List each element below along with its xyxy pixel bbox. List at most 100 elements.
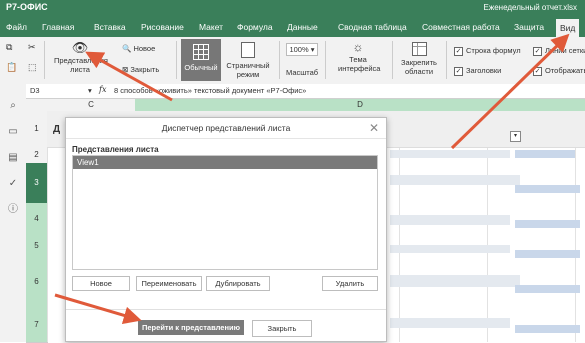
zoom-value: 100% (289, 45, 309, 54)
close-icon[interactable]: ✕ (369, 121, 379, 135)
zeros-toggle-label: Отображать нули (545, 66, 585, 75)
paste-icon[interactable]: 📋 (6, 63, 17, 72)
file-name: Еженедельный отчет.xlsx (483, 3, 577, 12)
name-box-chevron-icon[interactable]: ▾ (88, 86, 92, 95)
blurred-cell (515, 285, 580, 293)
headings-toggle-label: Заголовки (466, 66, 502, 75)
sheet-views-label: Представления листа (54, 56, 108, 74)
blurred-cell (515, 250, 580, 258)
rename-button[interactable]: Переименовать (136, 276, 202, 291)
left-toolbar: ⌕ ▭ ▤ ✓ ⓘ (0, 84, 27, 342)
tab-formula[interactable]: Формула (233, 20, 277, 37)
sheet-views-dialog: Диспетчер представлений листа ✕ Представ… (65, 117, 387, 342)
blurred-cell (390, 318, 510, 328)
new-view-label: Новое (133, 44, 156, 53)
list-item[interactable]: View1 (73, 156, 377, 169)
row-header-4[interactable]: 4 (26, 203, 48, 236)
spellcheck-icon[interactable]: ✓ (7, 178, 19, 190)
views-list[interactable]: View1 (72, 155, 378, 270)
cut-icon[interactable]: ✂ (28, 43, 36, 52)
row-header-7[interactable]: 7 (26, 307, 48, 343)
row-header-1[interactable]: 1 (26, 111, 48, 148)
normal-view-label: Обычный (184, 63, 218, 72)
go-to-view-button[interactable]: Перейти к представлению (138, 320, 244, 335)
comments-icon[interactable]: ▭ (7, 126, 19, 138)
zoom-label: Масштаб (286, 68, 319, 77)
chevron-down-icon: ▾ (308, 45, 315, 54)
row-header-6[interactable]: 6 (26, 257, 48, 308)
delete-button[interactable]: Удалить (322, 276, 378, 291)
chat-icon[interactable]: ▤ (7, 152, 19, 164)
headings-toggle[interactable]: ✓ Заголовки (454, 66, 501, 76)
tab-insert[interactable]: Вставка (90, 20, 130, 37)
new-view-icon: 🔍 (122, 44, 132, 53)
dialog-divider (66, 309, 386, 310)
tab-file[interactable]: Файл (2, 20, 31, 37)
dialog-title: Диспетчер представлений листа (66, 118, 386, 139)
row-header-3[interactable]: 3 (26, 163, 48, 204)
normal-view-button[interactable]: Обычный (181, 39, 221, 81)
tab-collaboration[interactable]: Совместная работа (418, 20, 504, 37)
blurred-cell (390, 215, 510, 225)
formula-bar: D3 ▾ fx 8 способов «оживить» текстовый д… (26, 84, 585, 99)
blurred-cell (390, 245, 510, 253)
formula-bar-toggle[interactable]: ✓ Строка формул (454, 46, 521, 56)
close-view-button[interactable]: ⊠ Закрыть (122, 65, 159, 74)
zeros-toggle[interactable]: ✓Отображать нули (533, 66, 585, 76)
duplicate-button[interactable]: Дублировать (206, 276, 270, 291)
copy-icon[interactable]: ⧉ (6, 43, 12, 52)
gridlines-toggle-label: Линии сетки (545, 46, 585, 55)
tab-layout[interactable]: Макет (195, 20, 227, 37)
sun-icon: ☼ (352, 40, 364, 54)
grid-icon (193, 44, 209, 60)
gridlines-toggle[interactable]: ✓ Линии сетки (533, 46, 585, 56)
checkbox-checked-icon: ✓ (454, 46, 463, 56)
tab-pivot[interactable]: Сводная таблица (334, 20, 411, 37)
theme-label: Тема интерфейса (338, 55, 381, 73)
title-bar: Р7-ОФИС Еженедельный отчет.xlsx (0, 0, 585, 15)
checkbox-checked-icon: ✓ (533, 46, 542, 56)
ribbon: ⧉ ✂ 📋 ⬚ 👁 Представления листа 🔍 Новое ⊠ … (0, 37, 585, 85)
blurred-cell (515, 185, 580, 193)
blurred-cell (390, 175, 520, 185)
info-icon[interactable]: ⓘ (7, 204, 19, 216)
page-mode-label: Страничный режим (226, 61, 270, 79)
tab-data[interactable]: Данные (283, 20, 322, 37)
tab-draw[interactable]: Рисование (137, 20, 188, 37)
tab-view[interactable]: Вид (556, 19, 580, 37)
formula-content[interactable]: 8 способов «оживить» текстовый документ … (114, 86, 306, 95)
views-list-label: Представления листа (72, 145, 159, 154)
zoom-select[interactable]: 100% ▾ (286, 43, 318, 56)
filter-dropdown-icon[interactable]: ▾ (510, 131, 521, 142)
app-logo: Р7-ОФИС (6, 2, 48, 12)
row-header-5[interactable]: 5 (26, 235, 48, 258)
blurred-cell (515, 325, 580, 333)
freeze-panes-button[interactable]: Закрепить области (396, 40, 442, 76)
blurred-cell (515, 220, 580, 228)
select-icon[interactable]: ⬚ (28, 63, 37, 72)
page-mode-button[interactable]: Страничный режим (224, 40, 272, 79)
sheet-views-button[interactable]: 👁 Представления листа (52, 40, 108, 74)
formula-bar-toggle-label: Строка формул (466, 46, 521, 55)
row-header-2[interactable]: 2 (26, 147, 48, 164)
ribbon-tabs: Файл Главная Вставка Рисование Макет Фор… (0, 15, 585, 37)
dialog-close-button[interactable]: Закрыть (252, 320, 312, 337)
freeze-label: Закрепить области (401, 58, 437, 76)
blurred-cell (515, 150, 575, 158)
checkbox-checked-icon: ✓ (533, 66, 542, 76)
theme-button[interactable]: ☼ Тема интерфейса (330, 40, 386, 73)
close-view-icon: ⊠ (122, 65, 129, 74)
page-icon (241, 42, 255, 58)
blurred-cell (390, 275, 520, 287)
freeze-icon (411, 42, 427, 56)
checkbox-checked-icon: ✓ (454, 66, 463, 76)
new-view-button[interactable]: 🔍 Новое (122, 44, 155, 53)
header-cell-text: Д (53, 124, 61, 135)
cell-reference[interactable]: D3 (30, 86, 80, 95)
tab-protection[interactable]: Защита (510, 20, 548, 37)
tab-home[interactable]: Главная (38, 20, 78, 37)
eye-icon: 👁 (71, 40, 89, 55)
fx-icon[interactable]: fx (99, 85, 106, 94)
new-view-dialog-button[interactable]: Новое (72, 276, 130, 291)
search-icon[interactable]: ⌕ (7, 100, 19, 112)
